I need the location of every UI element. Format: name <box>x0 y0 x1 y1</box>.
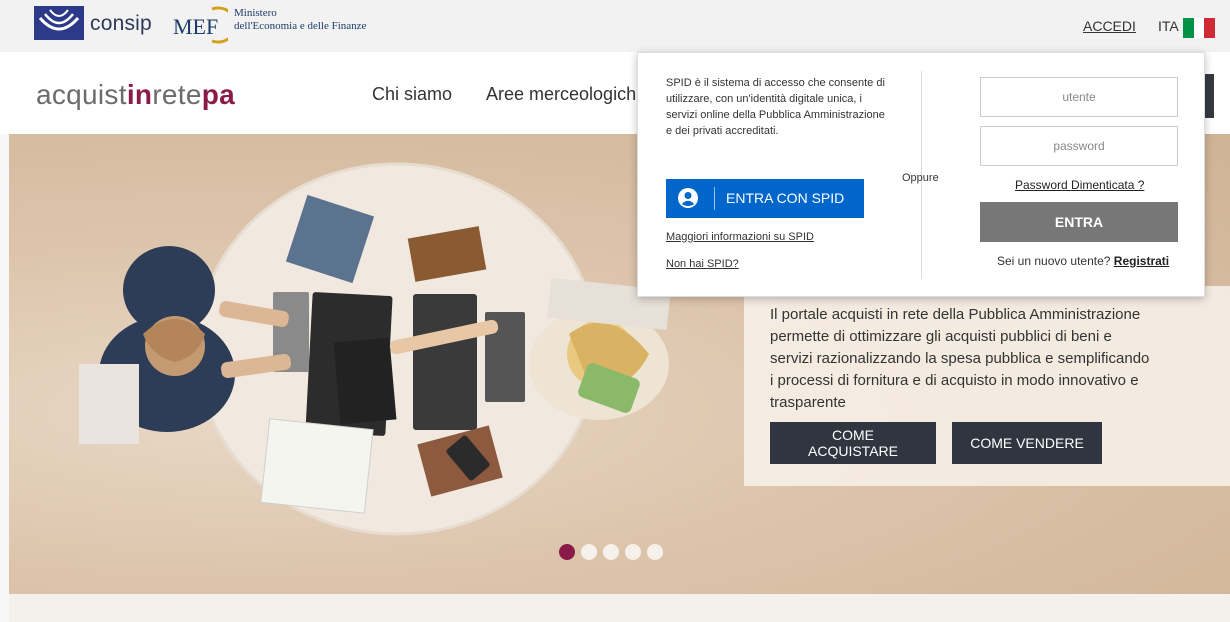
mef-logo-text: MEF <box>173 14 218 39</box>
brand-part-pa: pa <box>201 79 236 110</box>
spid-description: SPID è il sistema di accesso che consent… <box>666 77 885 137</box>
mef-text-line2: dell'Economia e delle Finanze <box>234 20 367 32</box>
carousel-dot-3[interactable] <box>603 544 619 560</box>
new-user-text: Sei un nuovo utente? <box>997 254 1111 268</box>
brand-part-in: in <box>126 79 153 110</box>
spid-button-label: ENTRA CON SPID <box>726 190 845 206</box>
carousel-dot-4[interactable] <box>625 544 641 560</box>
carousel-dot-5[interactable] <box>647 544 663 560</box>
top-bar: consip MEF Ministero dell'Economia e del… <box>0 0 1230 52</box>
mef-logo-icon[interactable]: MEF <box>172 6 228 44</box>
hero-description: Il portale acquisti in rete della Pubbli… <box>770 306 1150 411</box>
language-selector[interactable]: ITA <box>1158 18 1179 34</box>
forgot-password-link[interactable]: Password Dimenticata ? <box>1015 178 1144 192</box>
acquistinretepa-logo[interactable]: acquistinretepa <box>36 79 235 111</box>
new-user-row: Sei un nuovo utente? Registrati <box>997 254 1169 268</box>
come-vendere-button[interactable]: COME VENDERE <box>952 422 1102 464</box>
come-acquistare-button[interactable]: COME ACQUISTARE <box>770 422 936 464</box>
carousel-dot-2[interactable] <box>581 544 597 560</box>
password-input[interactable] <box>980 126 1178 166</box>
mef-ministry-name: Ministero dell'Economia e delle Finanze <box>234 7 366 33</box>
carousel-dot-1[interactable] <box>559 544 575 560</box>
brand-part-rete: rete <box>152 79 202 110</box>
user-circle-icon <box>678 188 698 208</box>
no-spid-link[interactable]: Non hai SPID? <box>666 258 739 270</box>
register-link[interactable]: Registrati <box>1114 254 1169 268</box>
spid-button-separator <box>714 187 715 210</box>
italy-flag-icon[interactable] <box>1183 18 1216 38</box>
nav-item-chi-siamo[interactable]: Chi siamo <box>372 84 452 105</box>
oppure-label: Oppure <box>902 172 939 184</box>
mef-text-line1: Ministero <box>234 7 277 19</box>
consip-logo-icon[interactable] <box>34 6 84 40</box>
accedi-link[interactable]: ACCEDI <box>1083 18 1136 34</box>
username-input[interactable] <box>980 77 1178 117</box>
entra-button[interactable]: ENTRA <box>980 202 1178 242</box>
brand-part-acquist: acquist <box>36 79 127 110</box>
carousel-indicators <box>559 544 663 560</box>
bottom-section <box>9 594 1230 622</box>
login-popup: SPID è il sistema di accesso che consent… <box>637 52 1205 297</box>
entra-con-spid-button[interactable]: ENTRA CON SPID <box>666 179 864 218</box>
consip-logo-text[interactable]: consip <box>90 12 152 36</box>
spid-more-info-link[interactable]: Maggiori informazioni su SPID <box>666 231 814 243</box>
hero-info-box: Il portale acquisti in rete della Pubbli… <box>744 286 1230 486</box>
nav-item-aree-merceologiche[interactable]: Aree merceologich <box>486 84 636 105</box>
